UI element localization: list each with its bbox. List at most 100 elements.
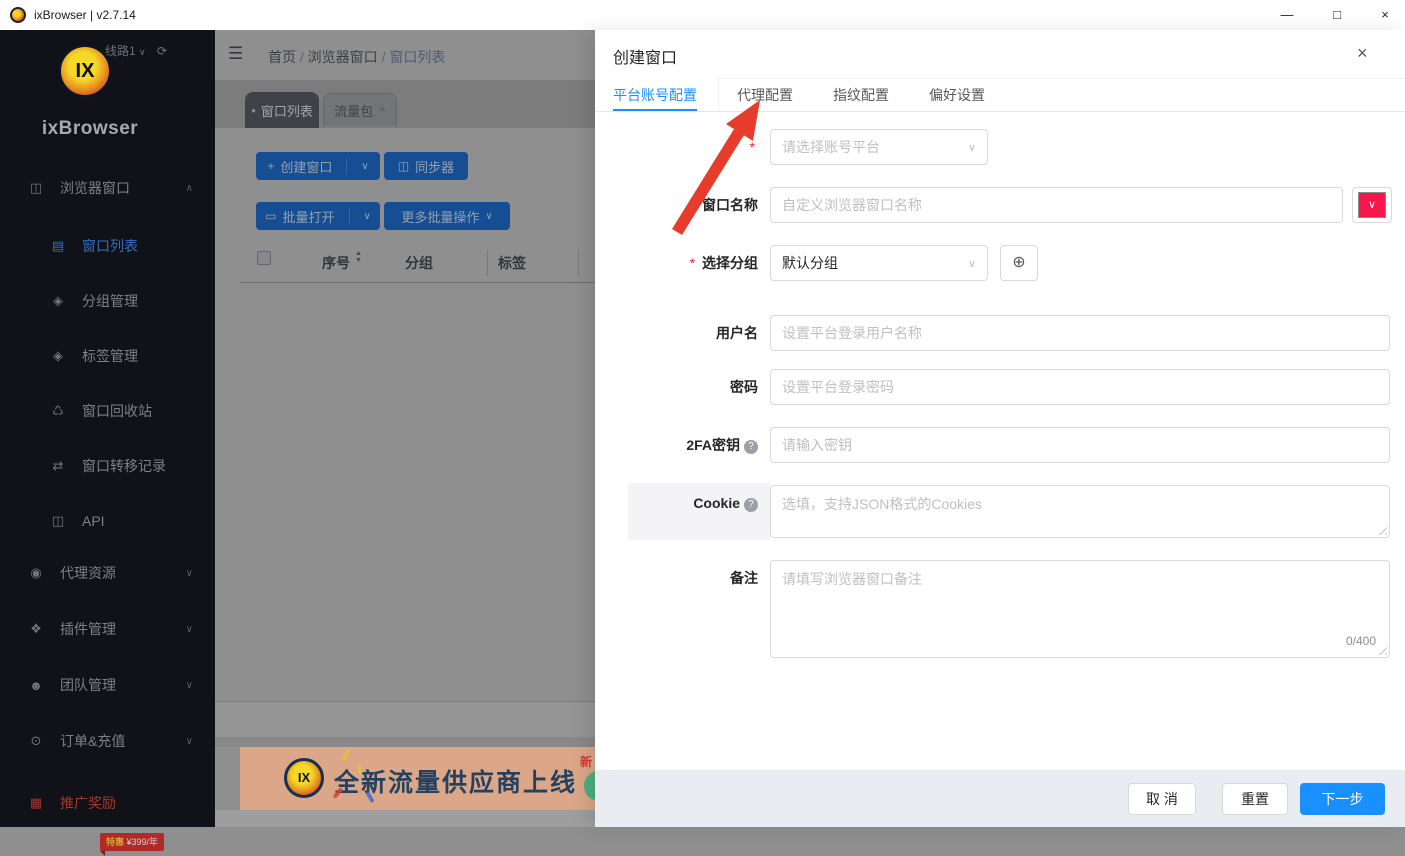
next-step-button[interactable]: 下一步 bbox=[1300, 783, 1385, 815]
sidebar-item-label: 窗口列表 bbox=[82, 236, 138, 256]
sidebar-item-promotion-rewards[interactable]: ▦ 推广奖励 bbox=[0, 786, 215, 820]
breadcrumb: 首页 / 浏览器窗口 / 窗口列表 bbox=[268, 47, 445, 67]
tab-traffic-package[interactable]: 流量包 × bbox=[323, 93, 397, 126]
sidebar-item-tag-management[interactable]: ◈ 标签管理 bbox=[0, 339, 215, 373]
drawer-title: 创建窗口 bbox=[613, 44, 677, 68]
create-window-button[interactable]: + 创建窗口 ∨ bbox=[256, 152, 380, 180]
sidebar-item-group-management[interactable]: ◈ 分组管理 bbox=[0, 284, 215, 318]
app-logo-icon bbox=[10, 7, 26, 23]
minimize-button[interactable]: — bbox=[1272, 4, 1302, 26]
chevron-down-icon[interactable]: ∨ bbox=[364, 211, 371, 222]
help-icon[interactable]: ? bbox=[744, 498, 758, 512]
remark-textarea[interactable] bbox=[770, 560, 1390, 658]
tab-window-list[interactable]: ● 窗口列表 bbox=[245, 92, 319, 128]
breadcrumb-separator: / bbox=[300, 49, 304, 65]
sidebar-item-label: 标签管理 bbox=[82, 346, 138, 366]
column-header-serial[interactable]: 序号 bbox=[322, 253, 350, 273]
help-icon[interactable]: ? bbox=[744, 440, 758, 454]
promo-price-badge: 特惠 ¥399/年 bbox=[100, 833, 164, 851]
tab-preference-settings[interactable]: 偏好设置 bbox=[929, 85, 985, 105]
cookie-textarea[interactable] bbox=[770, 485, 1390, 538]
button-label: 批量打开 bbox=[283, 207, 335, 226]
sort-icons[interactable]: ▲ ▼ bbox=[355, 250, 362, 264]
remark-label: 备注 bbox=[595, 560, 758, 596]
circle-plus-icon: ⊕ bbox=[1012, 254, 1025, 271]
sidebar-item-window-recycle[interactable]: ♺ 窗口回收站 bbox=[0, 394, 215, 428]
window-name-input[interactable] bbox=[770, 187, 1343, 223]
breadcrumb-browser-windows[interactable]: 浏览器窗口 bbox=[308, 49, 378, 65]
chevron-down-icon: ∨ bbox=[186, 736, 193, 747]
sidebar-item-label: 团队管理 bbox=[60, 675, 116, 695]
username-input[interactable] bbox=[770, 315, 1390, 351]
sidebar-item-api[interactable]: ◫ API bbox=[0, 504, 215, 538]
add-group-button[interactable]: ⊕ bbox=[1000, 245, 1038, 281]
chevron-down-icon: ∨ bbox=[968, 257, 976, 270]
account-platform-select[interactable]: 请选择账号平台 ∨ bbox=[770, 129, 988, 165]
drawer-close-icon[interactable]: × bbox=[1357, 43, 1368, 64]
breadcrumb-home[interactable]: 首页 bbox=[268, 49, 296, 65]
sidebar-item-window-transfer[interactable]: ⇄ 窗口转移记录 bbox=[0, 449, 215, 483]
folder-icon: ▭ bbox=[265, 209, 276, 223]
sidebar-item-label: API bbox=[82, 513, 105, 529]
chevron-down-icon: ∨ bbox=[485, 211, 492, 222]
drawer-tabbar bbox=[595, 78, 1405, 112]
close-tab-icon[interactable]: × bbox=[379, 104, 385, 116]
sync-icon: ◫ bbox=[398, 159, 409, 173]
create-window-drawer: 创建窗口 × 平台账号配置 代理配置 指纹配置 偏好设置 * 请选择账号平台 ∨… bbox=[595, 30, 1405, 827]
sidebar-item-proxy-resources[interactable]: ◉ 代理资源 ∨ bbox=[0, 556, 215, 590]
promo-badge-price: ¥399/年 bbox=[127, 837, 159, 847]
close-window-button[interactable]: × bbox=[1370, 4, 1400, 26]
sidebar-collapse-icon[interactable]: ☰ bbox=[228, 44, 243, 64]
reset-button[interactable]: 重置 bbox=[1222, 783, 1288, 815]
username-label: 用户名 bbox=[595, 315, 758, 351]
sidebar-group-browser-windows[interactable]: ◫ 浏览器窗口 ∧ bbox=[0, 171, 215, 205]
confetti bbox=[342, 749, 351, 762]
button-label: 同步器 bbox=[415, 157, 454, 176]
batch-open-button[interactable]: ▭ 批量打开 ∨ bbox=[256, 202, 380, 230]
chevron-down-icon: ∨ bbox=[968, 141, 976, 154]
list-icon: ▤ bbox=[50, 238, 66, 254]
select-all-checkbox[interactable] bbox=[257, 251, 271, 265]
maximize-button[interactable]: □ bbox=[1322, 4, 1352, 26]
team-icon: ☻ bbox=[28, 678, 44, 693]
cancel-button[interactable]: 取 消 bbox=[1128, 783, 1196, 815]
plugin-icon: ❖ bbox=[28, 621, 44, 637]
tab-label: 流量包 bbox=[334, 101, 373, 120]
layers-icon: ◈ bbox=[50, 293, 66, 309]
promo-badge-fold bbox=[100, 851, 105, 856]
tab-proxy-config[interactable]: 代理配置 bbox=[737, 85, 793, 105]
sort-up-icon: ▲ bbox=[355, 250, 362, 257]
window-icon: ◫ bbox=[28, 180, 44, 196]
password-input[interactable] bbox=[770, 369, 1390, 405]
sidebar-item-plugin-management[interactable]: ❖ 插件管理 ∨ bbox=[0, 612, 215, 646]
tab-platform-account-config[interactable]: 平台账号配置 bbox=[613, 85, 697, 105]
breadcrumb-separator: / bbox=[382, 49, 386, 65]
active-dot-icon: ● bbox=[251, 106, 256, 115]
password-label: 密码 bbox=[595, 369, 758, 405]
sidebar-item-label: 推广奖励 bbox=[60, 793, 116, 813]
promo-banner[interactable]: IX 全新流量供应商上线 新 bbox=[240, 747, 595, 810]
globe-icon: ◉ bbox=[28, 565, 44, 581]
column-divider bbox=[487, 250, 488, 276]
column-divider bbox=[578, 250, 579, 276]
tab-fingerprint-config[interactable]: 指纹配置 bbox=[833, 85, 889, 105]
synchronizer-button[interactable]: ◫ 同步器 bbox=[384, 152, 468, 180]
sidebar-item-window-list[interactable]: ▤ 窗口列表 bbox=[0, 229, 215, 263]
line-selector[interactable]: 线路1 ∨ ⟳ bbox=[105, 42, 167, 59]
group-select[interactable]: 默认分组 ∨ bbox=[770, 245, 988, 281]
group-select-label: * 选择分组 bbox=[595, 245, 758, 281]
chevron-down-icon: ∨ bbox=[186, 624, 193, 635]
more-batch-actions-button[interactable]: 更多批量操作 ∨ bbox=[384, 202, 510, 230]
refresh-icon[interactable]: ⟳ bbox=[157, 44, 167, 58]
twofa-input[interactable] bbox=[770, 427, 1390, 463]
required-mark: * bbox=[750, 139, 755, 155]
app-title: ixBrowser | v2.7.14 bbox=[34, 8, 136, 22]
sidebar-item-orders-recharge[interactable]: ⊙ 订单&充值 ∨ bbox=[0, 724, 215, 758]
chevron-down-icon[interactable]: ∨ bbox=[361, 161, 368, 172]
api-icon: ◫ bbox=[50, 513, 66, 529]
window-name-random-button[interactable]: ∨ bbox=[1352, 187, 1392, 223]
layers-icon: ◈ bbox=[50, 348, 66, 364]
sidebar-item-team-management[interactable]: ☻ 团队管理 ∨ bbox=[0, 668, 215, 702]
sidebar-group-label: 浏览器窗口 bbox=[60, 178, 130, 198]
required-mark: * bbox=[690, 255, 695, 271]
